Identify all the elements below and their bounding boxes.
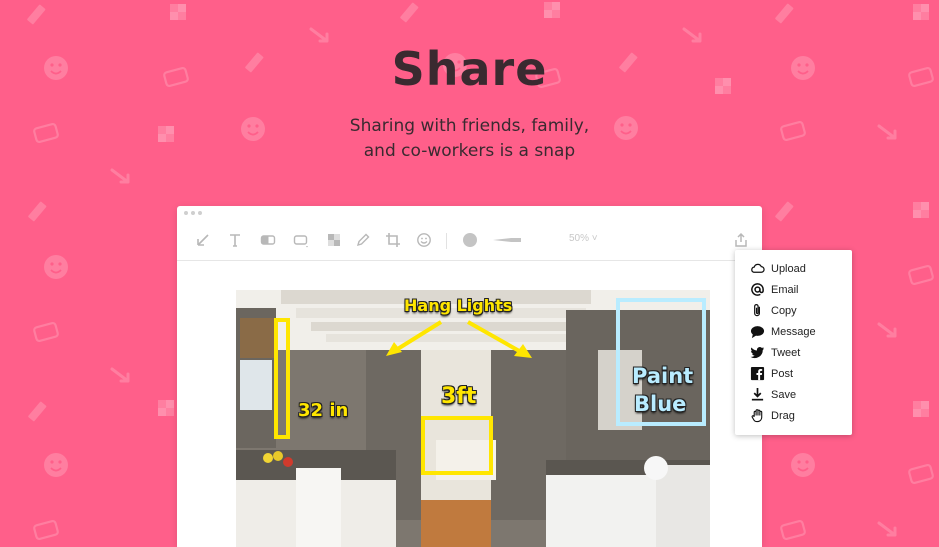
hand-icon [749,408,765,424]
annotation-hang-lights: Hang Lights [404,296,513,315]
pixelate-icon[interactable] [323,229,345,251]
hero-subtitle-line2: and co-workers is a snap [363,141,576,161]
toolbar: 50% ˅ [177,221,762,261]
rectangle-icon[interactable] [290,229,312,251]
highlight-icon[interactable] [257,229,279,251]
share-menu-item-tweet[interactable]: Tweet [735,342,852,363]
share-menu-item-message[interactable]: Message [735,321,852,342]
share-menu-label: Post [771,367,794,380]
share-menu-label: Message [771,325,816,338]
annotation-paint-line2: Blue [634,392,687,416]
hero-subtitle-line1: Sharing with friends, family, [349,116,590,136]
zoom-dropdown[interactable]: 50% ˅ [569,233,598,244]
window-dot[interactable] [191,211,195,215]
arrow-icon[interactable] [192,229,214,251]
window-controls [184,211,202,215]
share-menu-label: Save [771,388,797,401]
share-menu-item-copy[interactable]: Copy [735,300,852,321]
line-width-icon[interactable] [491,229,525,251]
facebook-icon [749,366,765,382]
annotation-3ft: 3ft [441,384,477,409]
window-dot[interactable] [184,211,188,215]
annotation-paint-line1: Paint [632,364,694,388]
share-menu-item-email[interactable]: Email [735,279,852,300]
hero-subtitle: Sharing with friends, family, and co-wor… [0,114,939,164]
pencil-icon[interactable] [352,229,374,251]
share-icon[interactable] [730,229,752,251]
hero-title: Share [391,42,548,96]
share-menu: Upload Email Copy Message Tweet Post Sav… [735,250,852,435]
annotation-32-in: 32 in [298,400,349,421]
canvas-area: Hang Lights 32 in 3ft Paint Blue [177,262,762,547]
share-menu-label: Drag [771,409,795,422]
share-menu-label: Copy [771,304,797,317]
emoji-icon[interactable] [413,229,435,251]
cloud-icon [749,261,765,277]
kitchen-photo[interactable]: Hang Lights 32 in 3ft Paint Blue [236,290,710,547]
share-menu-item-upload[interactable]: Upload [735,258,852,279]
download-icon [749,387,765,403]
speech-bubble-icon [749,324,765,340]
text-icon[interactable] [224,229,246,251]
share-menu-label: Email [771,283,799,296]
share-menu-item-drag[interactable]: Drag [735,405,852,426]
share-menu-label: Tweet [771,346,801,359]
toolbar-divider [446,233,447,249]
share-menu-item-post[interactable]: Post [735,363,852,384]
twitter-icon [749,345,765,361]
at-icon [749,282,765,298]
app-window: 50% ˅ Hang Lights 32 in 3ft Paint Blue [177,206,762,547]
window-dot[interactable] [198,211,202,215]
color-icon[interactable] [459,229,481,251]
paperclip-icon [749,303,765,319]
share-menu-item-save[interactable]: Save [735,384,852,405]
crop-icon[interactable] [382,229,404,251]
share-menu-label: Upload [771,262,806,275]
